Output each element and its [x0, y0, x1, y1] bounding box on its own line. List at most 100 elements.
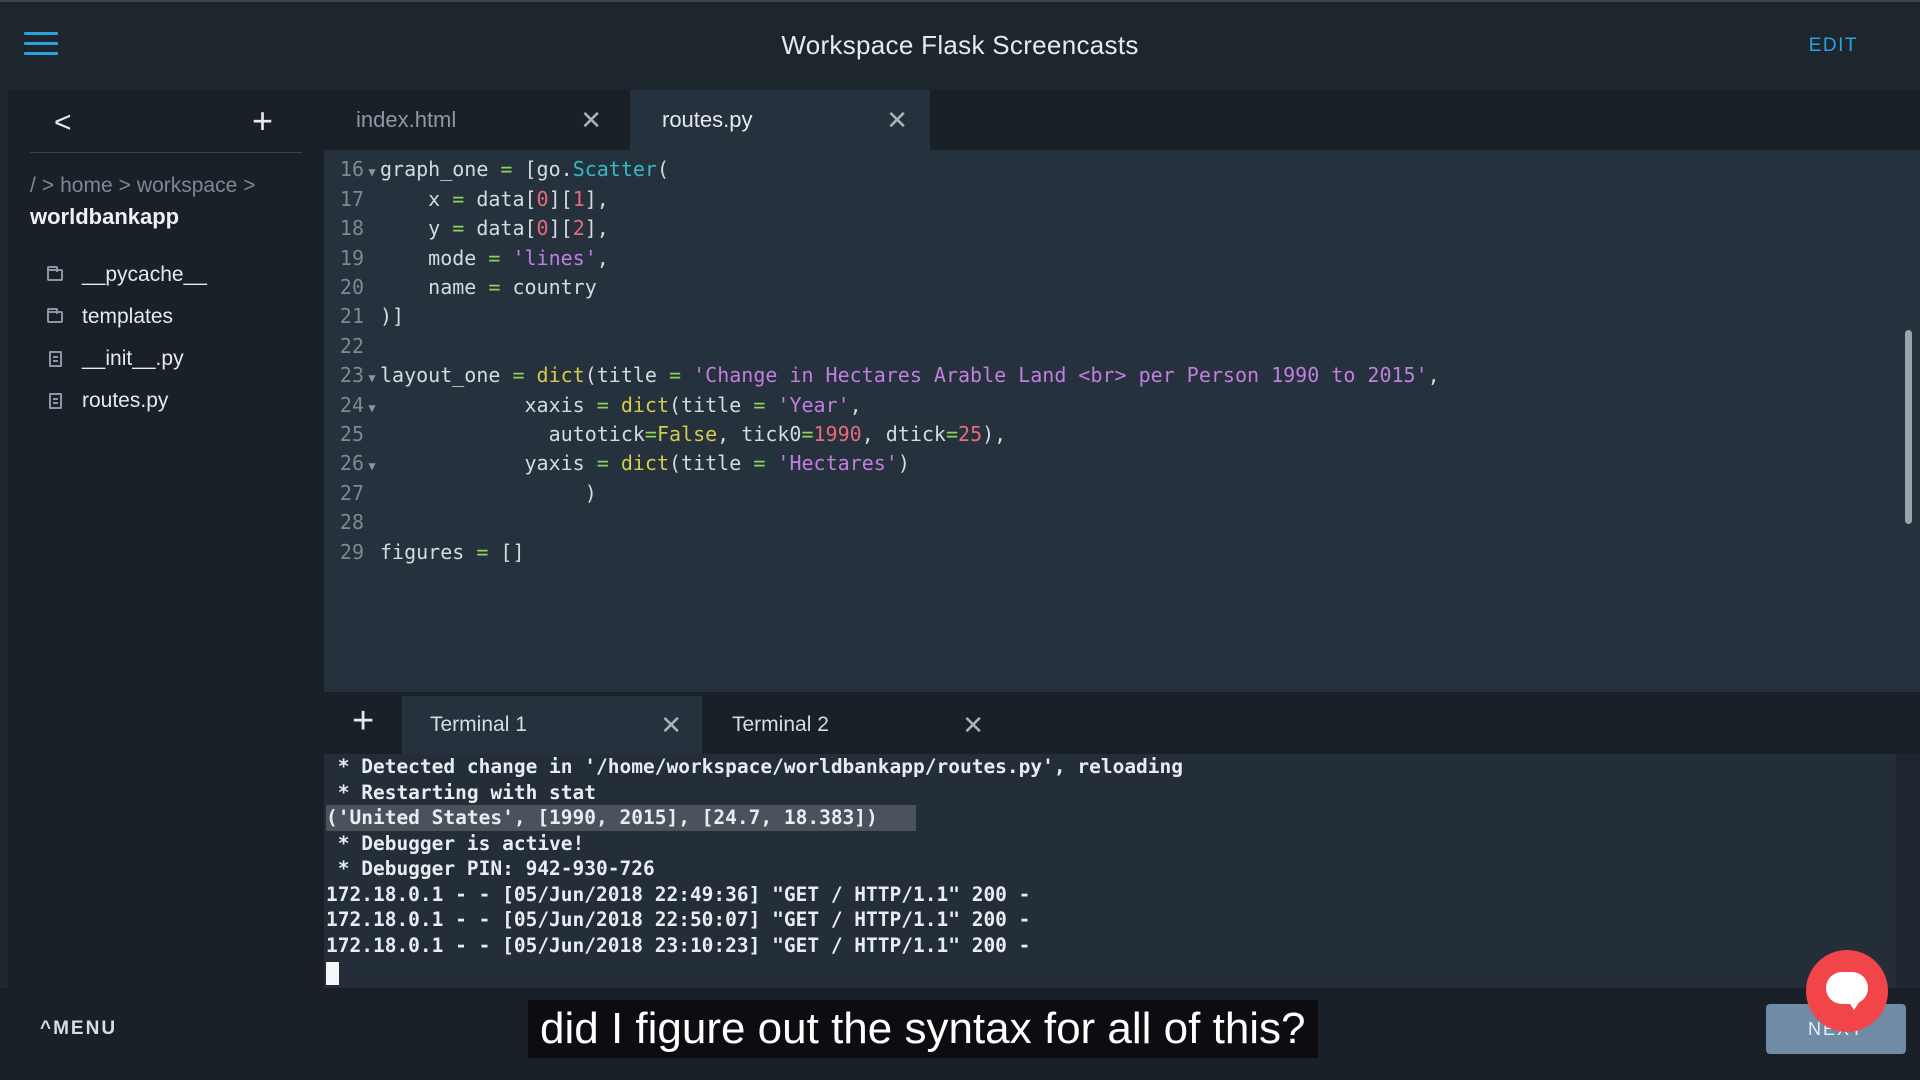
code-token: = — [512, 363, 525, 388]
file-tree-item[interactable]: routes.py — [46, 380, 207, 422]
close-tab-icon[interactable]: ✕ — [660, 696, 682, 754]
workspace-title: Workspace Flask Screencasts — [781, 30, 1139, 60]
code-token: country — [500, 275, 597, 299]
terminal-tab-bar: + Terminal 1 ✕ Terminal 2 ✕ — [324, 692, 1920, 754]
file-icon — [46, 392, 64, 410]
menu-button[interactable]: ^MENU — [40, 1018, 117, 1040]
code-token: = — [596, 451, 609, 476]
close-tab-icon[interactable]: ✕ — [886, 90, 908, 150]
editor-tab-routes-py[interactable]: routes.py ✕ — [630, 90, 930, 150]
code-token: , — [849, 392, 862, 417]
folder-icon — [46, 308, 64, 326]
code-token: ], — [584, 186, 609, 211]
code-text: mode = 'lines', — [380, 246, 609, 270]
code-token: ( — [656, 157, 670, 182]
code-token: name — [380, 275, 489, 299]
terminal-tab-2[interactable]: Terminal 2 ✕ — [704, 696, 1004, 754]
code-token: 'Hectares' — [777, 451, 898, 476]
breadcrumb-separator: > — [118, 174, 131, 197]
code-token: 2 — [572, 216, 585, 241]
code-token: dict — [620, 392, 670, 417]
code-token: = — [945, 422, 959, 446]
menu-label: MENU — [53, 1018, 118, 1039]
terminal-output[interactable]: * Detected change in '/home/workspace/wo… — [324, 754, 1896, 988]
code-text: )] — [380, 304, 404, 328]
editor-tab-index-html[interactable]: index.html ✕ — [324, 90, 624, 150]
breadcrumb-separator: > — [243, 174, 256, 197]
code-token: Scatter — [572, 157, 657, 182]
code-token: autotick — [380, 422, 645, 446]
chat-icon[interactable] — [1806, 950, 1888, 1032]
folder-icon — [46, 266, 64, 284]
code-token: = — [500, 157, 513, 182]
terminal-tab-1[interactable]: Terminal 1 ✕ — [402, 696, 702, 754]
file-tree-item[interactable]: templates — [46, 296, 207, 338]
terminal-cursor — [326, 962, 339, 985]
terminal-tab-label: Terminal 2 — [732, 713, 829, 736]
code-token: = — [452, 216, 465, 241]
code-text: figures = [] — [380, 540, 525, 564]
code-text: layout_one = dict(title = 'Change in Hec… — [380, 363, 1440, 387]
file-tree-item[interactable]: __pycache__ — [46, 254, 207, 296]
code-token: False — [656, 422, 718, 446]
file-tree-item-label: templates — [82, 305, 174, 328]
code-token: ) — [380, 480, 597, 505]
code-text: graph_one = [go.Scatter( — [380, 157, 669, 181]
code-token: , — [596, 245, 609, 270]
code-token: )] — [380, 304, 405, 329]
code-token: (title — [669, 451, 754, 476]
breadcrumb-separator: > — [41, 174, 55, 197]
editor-tab-label: routes.py — [662, 107, 753, 132]
sidebar-divider — [30, 152, 302, 153]
code-token: (title — [584, 363, 670, 388]
code-token: ), — [982, 422, 1007, 446]
code-token: 1 — [572, 186, 585, 211]
chevron-up-icon: ^ — [40, 1018, 54, 1039]
close-tab-icon[interactable]: ✕ — [580, 90, 602, 150]
code-token: = — [476, 539, 489, 564]
code-token: = — [596, 392, 609, 417]
add-terminal-icon[interactable]: + — [352, 700, 374, 743]
code-token: xaxis — [380, 392, 597, 417]
breadcrumb-root[interactable]: / — [30, 174, 36, 197]
code-token: = — [753, 451, 766, 476]
back-chevron-icon[interactable]: < — [54, 106, 72, 140]
breadcrumb: / > home > workspace > — [30, 174, 262, 198]
file-tree: __pycache__ templates __init__.py routes… — [46, 254, 207, 422]
code-token: = — [669, 363, 682, 388]
code-token: yaxis — [380, 451, 597, 476]
add-file-icon[interactable]: + — [252, 100, 273, 142]
code-token: data[ — [464, 216, 537, 241]
editor-scrollbar[interactable] — [1905, 330, 1912, 524]
code-token: figures — [380, 539, 477, 564]
code-token: ][ — [548, 216, 573, 241]
file-tree-item[interactable]: __init__.py — [46, 338, 207, 380]
file-tree-item-label: __init__.py — [82, 347, 184, 370]
code-token: 'Year' — [777, 392, 850, 417]
code-token: = — [488, 275, 501, 299]
editor-tab-bar: index.html ✕ routes.py ✕ — [324, 90, 1920, 150]
terminal-line: * Debugger PIN: 942-930-726 — [326, 857, 655, 880]
code-token: , — [1427, 363, 1440, 388]
code-text: y = data[0][2], — [380, 216, 609, 240]
close-tab-icon[interactable]: ✕ — [962, 696, 984, 754]
breadcrumb-workspace[interactable]: workspace — [137, 174, 237, 197]
breadcrumb-home[interactable]: home — [60, 174, 113, 197]
sidebar-nav: < + — [8, 90, 324, 152]
code-token: graph_one — [380, 157, 501, 182]
terminal-line: * Detected change in '/home/workspace/wo… — [326, 755, 1184, 778]
code-token: x — [380, 186, 453, 211]
code-token: = — [488, 245, 501, 270]
edit-button[interactable]: EDIT — [1809, 35, 1858, 57]
terminal-line: * Restarting with stat — [326, 780, 597, 804]
code-token: layout_one — [380, 363, 513, 388]
code-editor[interactable]: 1516▼graph_one = [go.Scatter(17 x = data… — [324, 150, 1920, 692]
code-token: = — [452, 186, 465, 211]
file-tree-item-label: __pycache__ — [82, 263, 207, 286]
code-text: x = data[0][1], — [380, 187, 609, 211]
